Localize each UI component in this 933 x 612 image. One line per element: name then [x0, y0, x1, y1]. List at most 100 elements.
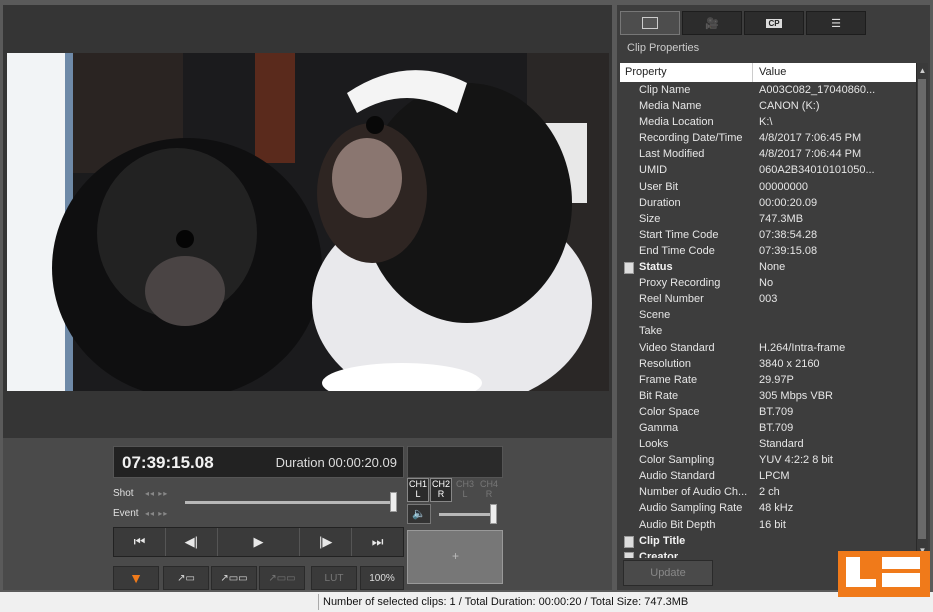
orange-marker-icon: ▼: [129, 570, 143, 586]
speaker-icon[interactable]: 🔈: [407, 504, 431, 524]
property-value: 00:00:20.09: [759, 196, 818, 209]
go-to-start-button[interactable]: ⏮: [114, 528, 166, 556]
property-name: Color Sampling: [639, 454, 715, 467]
property-row[interactable]: End Time Code 07:39:15.08: [620, 243, 916, 259]
property-value: 48 kHz: [759, 502, 794, 515]
camera-icon: 🎥: [705, 17, 719, 30]
property-name: Clip Name: [639, 84, 691, 96]
mark-button[interactable]: ▼: [113, 566, 159, 590]
frames-icon: ↗▭▭: [268, 572, 296, 584]
player-panel: 07:39:15.08 Duration 00:00:20.09 Shot ◂◂…: [3, 5, 612, 590]
channel-2-toggle[interactable]: CH2 R: [430, 478, 452, 502]
property-row[interactable]: Scene: [620, 307, 916, 323]
clip-arrow-icon: ↗▭: [177, 572, 195, 584]
event-nav-icon[interactable]: ◂◂ ▸▸: [145, 509, 168, 518]
property-row[interactable]: Audio Bit Depth 16 bit: [620, 517, 916, 533]
property-row[interactable]: Clip Name A003C082_17040860...: [620, 82, 916, 98]
transport-controls: ⏮ ◀| ▶ |▶ ⏭: [113, 527, 404, 557]
position-slider[interactable]: [185, 501, 393, 504]
property-row[interactable]: Reel Number 003: [620, 291, 916, 307]
property-value: Standard: [759, 438, 804, 451]
property-row[interactable]: Media Name CANON (K:): [620, 98, 916, 114]
shot-nav-icon[interactable]: ◂◂ ▸▸: [145, 489, 168, 498]
export-frames-button[interactable]: ↗▭▭: [259, 566, 305, 590]
property-name: Audio Standard: [639, 470, 715, 483]
play-button[interactable]: ▶: [217, 528, 301, 556]
tab-camera[interactable]: 🎥: [682, 11, 742, 35]
tab-list[interactable]: ☰: [806, 11, 866, 35]
group-collapse-icon[interactable]: [624, 262, 634, 275]
scroll-up-icon[interactable]: ▲: [917, 65, 928, 77]
property-row[interactable]: Start Time Code 07:38:54.28: [620, 227, 916, 243]
property-value: BT.709: [759, 405, 794, 418]
property-value: A003C082_17040860...: [759, 84, 876, 96]
zoom-button[interactable]: 100%: [360, 566, 404, 590]
properties-scrollbar[interactable]: ▲ ▼: [916, 63, 928, 557]
add-range-button[interactable]: ↗▭▭: [211, 566, 257, 590]
property-value: YUV 4:2:2 8 bit: [759, 454, 833, 467]
status-bar: Number of selected clips: 1 / Total Dura…: [0, 592, 933, 612]
property-row[interactable]: Frame Rate 29.97P: [620, 372, 916, 388]
column-value[interactable]: Value: [759, 66, 786, 78]
tab-cp[interactable]: CP: [744, 11, 804, 35]
column-property[interactable]: Property: [625, 66, 667, 78]
group-collapse-icon[interactable]: [624, 551, 634, 558]
property-row[interactable]: Last Modified 4/8/2017 7:06:44 PM: [620, 146, 916, 162]
property-row[interactable]: Video Standard H.264/Intra-frame: [620, 340, 916, 356]
property-row[interactable]: User Bit 00000000: [620, 179, 916, 195]
property-row[interactable]: UMID 060A2B34010101050...: [620, 162, 916, 178]
property-value: 00000000: [759, 180, 808, 193]
scrollbar-thumb[interactable]: [918, 79, 926, 539]
position-slider-knob[interactable]: [390, 492, 397, 512]
property-row[interactable]: Duration 00:00:20.09: [620, 195, 916, 211]
step-forward-button[interactable]: |▶: [300, 528, 353, 556]
property-row[interactable]: Color Space BT.709: [620, 404, 916, 420]
property-row[interactable]: Take: [620, 323, 916, 339]
property-value: 747.3MB: [759, 212, 804, 225]
film-icon: [642, 17, 658, 29]
property-row[interactable]: Size 747.3MB: [620, 211, 916, 227]
status-divider: [318, 594, 319, 610]
property-name: Video Standard: [639, 341, 715, 354]
thumbnail-area[interactable]: +: [407, 530, 503, 584]
list-icon: ☰: [831, 17, 841, 30]
property-group-row[interactable]: Status None: [620, 259, 916, 275]
step-back-button[interactable]: ◀|: [165, 528, 218, 556]
property-group-row[interactable]: Clip Title: [620, 533, 916, 549]
property-row[interactable]: Number of Audio Ch... 2 ch: [620, 484, 916, 500]
current-timecode: 07:39:15.08: [122, 453, 214, 472]
group-collapse-icon[interactable]: [624, 535, 634, 548]
property-row[interactable]: Recording Date/Time 4/8/2017 7:06:45 PM: [620, 130, 916, 146]
range-arrow-icon: ↗▭▭: [220, 572, 248, 584]
column-divider[interactable]: [752, 63, 753, 82]
lut-button[interactable]: LUT: [311, 566, 357, 590]
event-label: Event: [113, 508, 139, 519]
property-row[interactable]: Media Location K:\: [620, 114, 916, 130]
property-row[interactable]: Proxy Recording No: [620, 275, 916, 291]
property-row[interactable]: Resolution 3840 x 2160: [620, 356, 916, 372]
property-row[interactable]: Looks Standard: [620, 436, 916, 452]
property-name: User Bit: [639, 180, 679, 193]
property-name: Duration: [639, 196, 681, 209]
go-to-end-button[interactable]: ⏭: [352, 528, 403, 556]
property-row[interactable]: Color Sampling YUV 4:2:2 8 bit: [620, 452, 916, 468]
shot-label: Shot: [113, 488, 134, 499]
volume-slider[interactable]: [439, 513, 495, 516]
player-controls: 07:39:15.08 Duration 00:00:20.09 Shot ◂◂…: [3, 438, 612, 590]
property-name: Number of Audio Ch...: [639, 486, 748, 499]
property-row[interactable]: Audio Standard LPCM: [620, 468, 916, 484]
add-clip-button[interactable]: ↗▭: [163, 566, 209, 590]
property-row[interactable]: Gamma BT.709: [620, 420, 916, 436]
volume-slider-knob[interactable]: [490, 504, 497, 524]
update-button[interactable]: Update: [623, 560, 713, 586]
channel-1-toggle[interactable]: CH1 L: [407, 478, 429, 502]
property-row[interactable]: Bit Rate 305 Mbps VBR: [620, 388, 916, 404]
channel-4-toggle[interactable]: CH4 R: [478, 478, 500, 502]
property-row[interactable]: Audio Sampling Rate 48 kHz: [620, 500, 916, 516]
property-value: 3840 x 2160: [759, 357, 820, 370]
channel-3-toggle[interactable]: CH3 L: [454, 478, 476, 502]
site-logo: [838, 551, 930, 597]
property-name: Gamma: [639, 421, 679, 434]
tab-clip-info[interactable]: [620, 11, 680, 35]
video-preview-image[interactable]: [7, 53, 609, 391]
